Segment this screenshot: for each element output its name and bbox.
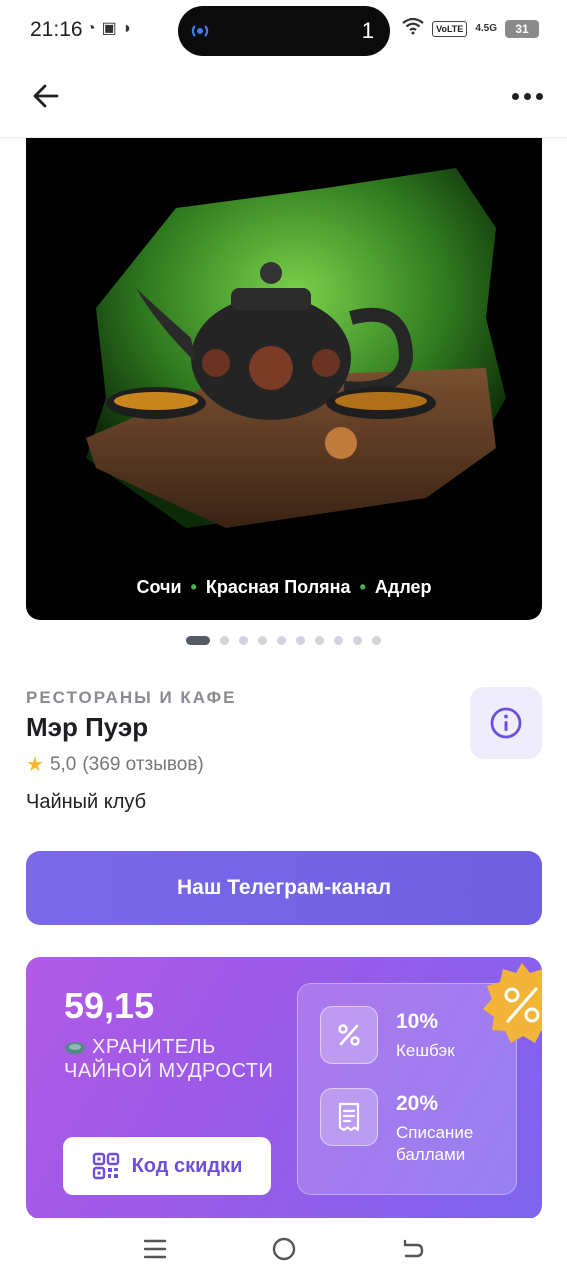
sync-icon: ◔ bbox=[86, 20, 96, 37]
rating-value: 5,0 bbox=[49, 753, 77, 775]
signal-icon: 4.5G bbox=[475, 23, 497, 34]
broadcast-icon bbox=[188, 19, 212, 43]
telegram-channel-button[interactable]: Наш Телеграм-канал bbox=[26, 851, 542, 925]
carousel-dot[interactable] bbox=[220, 636, 229, 645]
menu-icon bbox=[143, 1239, 166, 1259]
discount-code-label: Код скидки bbox=[131, 1154, 243, 1177]
reviews-count: (369 отзывов) bbox=[82, 753, 204, 775]
system-navigation-bar bbox=[0, 1218, 567, 1280]
perk-points-writeoff: 20% Списание баллами bbox=[320, 1088, 510, 1164]
carousel-dot[interactable] bbox=[258, 636, 267, 645]
perk-value: 20% bbox=[396, 1092, 439, 1115]
back-button[interactable] bbox=[28, 78, 64, 114]
percent-icon bbox=[320, 1006, 378, 1064]
back-arrow-icon bbox=[403, 1239, 423, 1258]
hero-caption: Сочи • Красная Поляна • Адлер bbox=[26, 577, 542, 598]
discount-badge-icon bbox=[483, 963, 542, 1043]
points-balance: 59,15 bbox=[64, 985, 155, 1026]
info-button[interactable] bbox=[470, 687, 542, 759]
perk-label: Кешбэк bbox=[396, 1041, 455, 1060]
more-horizontal-icon bbox=[511, 92, 519, 100]
nav-home-button[interactable] bbox=[264, 1229, 304, 1269]
status-notification-icons: ◔ ▣ ◗ bbox=[86, 18, 132, 40]
app-bar bbox=[0, 62, 567, 138]
city-label: Адлер bbox=[374, 577, 432, 597]
loyalty-card: 59,15 ХРАНИТЕЛЬ ЧАЙНОЙ МУДРОСТИ Код скид… bbox=[26, 957, 542, 1219]
place-category: РЕСТОРАНЫ И КАФЕ bbox=[26, 688, 237, 707]
dynamic-island[interactable]: 1 bbox=[178, 6, 390, 56]
carousel-dot[interactable] bbox=[296, 636, 305, 645]
level-icon bbox=[65, 1041, 85, 1054]
status-time: 21:16 bbox=[30, 18, 83, 41]
place-description: Чайный клуб bbox=[26, 791, 147, 813]
hero-image[interactable]: Сочи • Красная Поляна • Адлер bbox=[26, 138, 542, 620]
perk-label: Списание баллами bbox=[396, 1123, 474, 1164]
wifi-icon bbox=[402, 17, 424, 40]
perk-value: 10% bbox=[396, 1010, 439, 1033]
place-name: Мэр Пуэр bbox=[26, 712, 149, 742]
carousel-dot-active[interactable] bbox=[186, 636, 210, 645]
star-icon: ★ bbox=[26, 754, 44, 776]
receipt-icon bbox=[320, 1088, 378, 1146]
teapot-image bbox=[86, 168, 506, 528]
parking-icon: ▣ bbox=[101, 20, 117, 37]
carousel-dot[interactable] bbox=[239, 636, 248, 645]
carousel-dot[interactable] bbox=[353, 636, 362, 645]
battery-icon: 31 bbox=[505, 19, 539, 38]
discount-code-button[interactable]: Код скидки bbox=[63, 1137, 271, 1195]
status-system-icons: VoLTE 4.5G 31 bbox=[402, 17, 539, 40]
island-counter: 1 bbox=[361, 18, 374, 43]
more-button[interactable] bbox=[507, 78, 547, 114]
nav-back-button[interactable] bbox=[393, 1229, 433, 1269]
info-icon bbox=[490, 707, 522, 739]
city-label: Красная Поляна bbox=[205, 577, 351, 597]
loyalty-level: ХРАНИТЕЛЬ ЧАЙНОЙ МУДРОСТИ bbox=[64, 1035, 294, 1083]
city-separator: • bbox=[359, 577, 366, 597]
volte-badge: VoLTE bbox=[432, 20, 468, 37]
city-label: Сочи bbox=[136, 577, 182, 597]
carousel-dot[interactable] bbox=[315, 636, 324, 645]
cast-icon: ◗ bbox=[122, 20, 133, 37]
nav-recents-button[interactable] bbox=[135, 1229, 175, 1269]
carousel-dot[interactable] bbox=[334, 636, 343, 645]
qr-code-icon bbox=[92, 1152, 119, 1180]
carousel-pagination bbox=[0, 636, 567, 645]
home-circle-icon bbox=[272, 1237, 295, 1261]
arrow-left-icon bbox=[33, 84, 59, 108]
place-rating[interactable]: ★ 5,0 (369 отзывов) bbox=[26, 752, 204, 777]
carousel-dot[interactable] bbox=[372, 636, 381, 645]
carousel-dot[interactable] bbox=[277, 636, 286, 645]
status-bar: 21:16 ◔ ▣ ◗ 1 VoLTE 4.5G 31 bbox=[0, 0, 567, 62]
loyalty-level-text: ХРАНИТЕЛЬ ЧАЙНОЙ МУДРОСТИ bbox=[64, 1036, 274, 1082]
city-separator: • bbox=[190, 577, 197, 597]
